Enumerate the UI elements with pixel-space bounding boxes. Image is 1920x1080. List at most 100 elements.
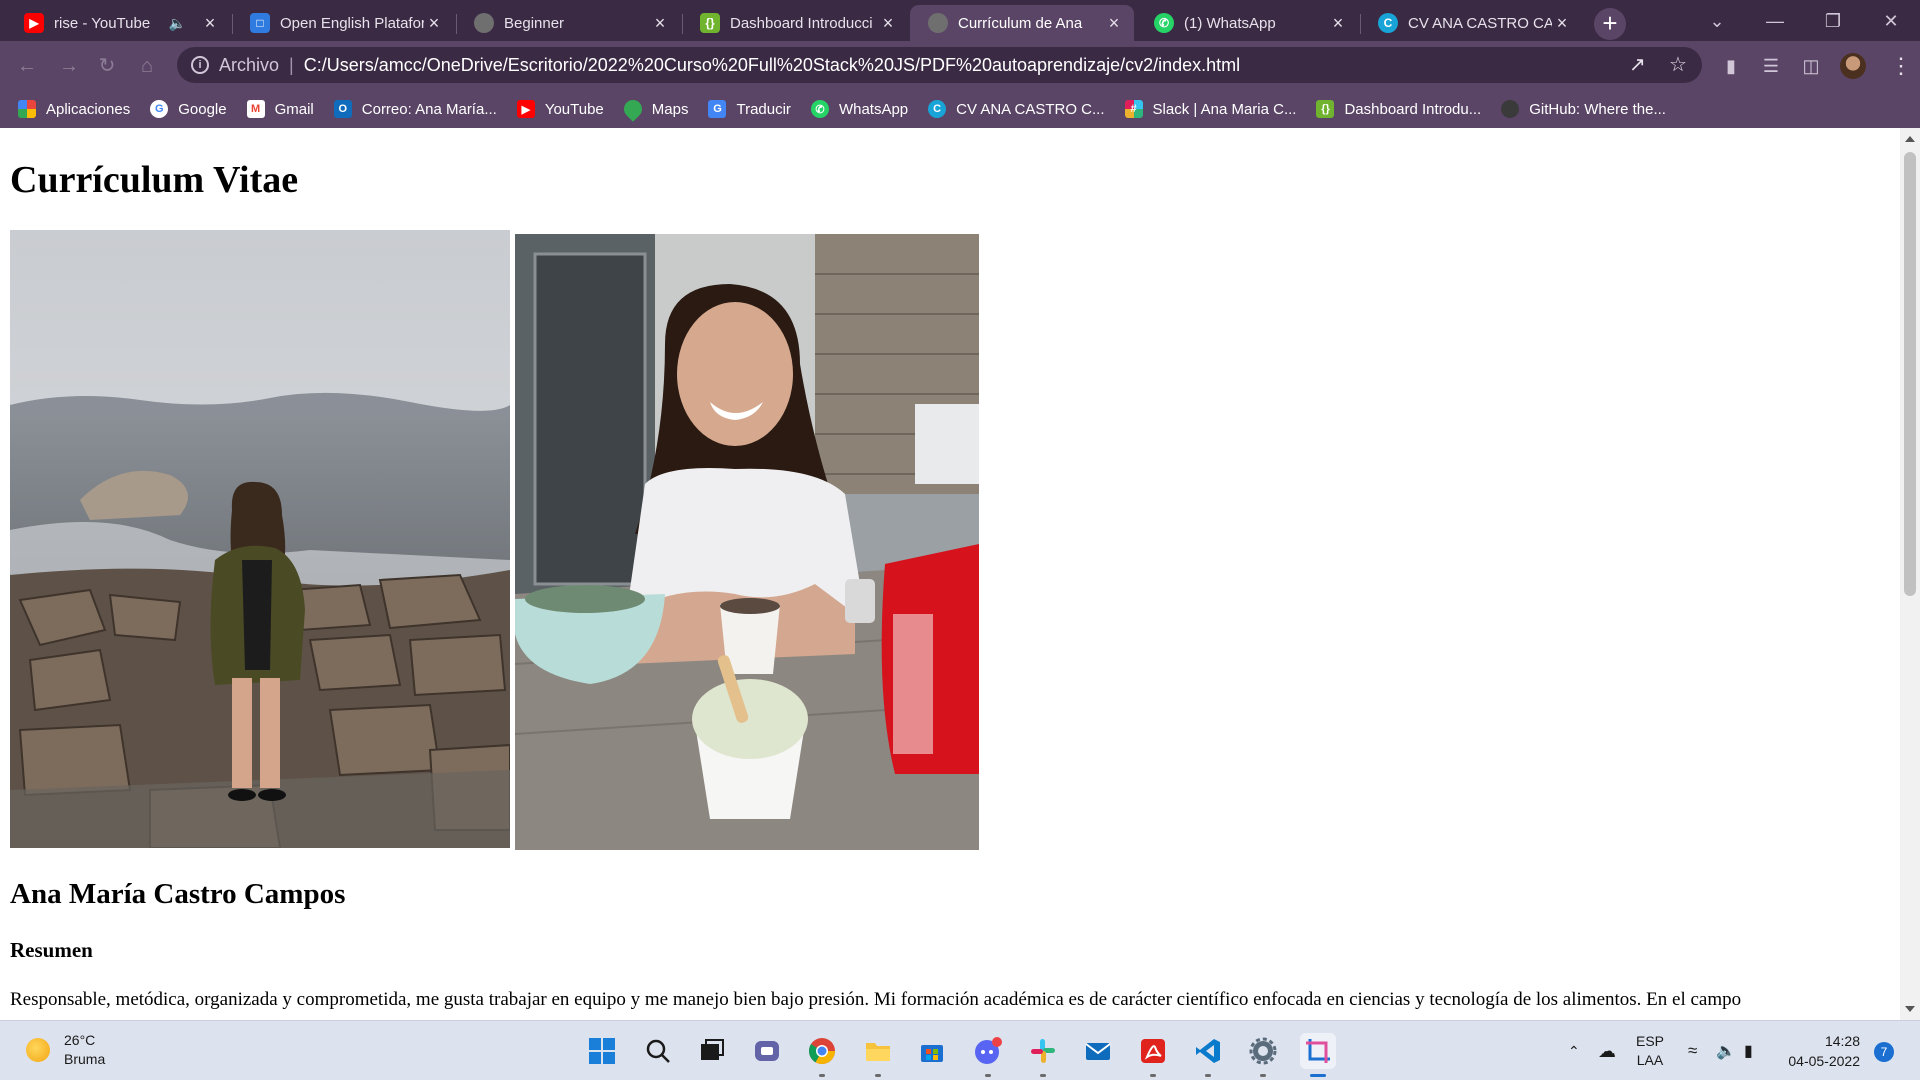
volume-icon[interactable]: 🔈 bbox=[1716, 1021, 1736, 1080]
task-view-button[interactable] bbox=[694, 1033, 730, 1069]
tab-whatsapp[interactable]: ✆ (1) WhatsApp × bbox=[1136, 5, 1358, 41]
dashboard-icon: {} bbox=[700, 13, 720, 33]
translate-icon: G bbox=[708, 100, 727, 118]
tab-cv-canva[interactable]: C CV ANA CASTRO CAM × bbox=[1360, 5, 1582, 41]
search-button[interactable] bbox=[640, 1033, 676, 1069]
tab-open-english[interactable]: □ Open English Platafor × bbox=[232, 5, 454, 41]
tab-search-chevron-icon[interactable]: ⌄ bbox=[1694, 6, 1740, 36]
summary-heading: Resumen bbox=[10, 938, 93, 962]
vscode-icon bbox=[1196, 1039, 1220, 1063]
mail-app[interactable] bbox=[1080, 1033, 1116, 1069]
side-panel-icon[interactable]: ◫ bbox=[1796, 51, 1826, 81]
page-title: Currículum Vitae bbox=[10, 159, 299, 201]
bookmark-github[interactable]: GitHub: Where the... bbox=[1501, 100, 1666, 118]
snipping-tool-app[interactable] bbox=[1300, 1033, 1336, 1077]
weather-widget[interactable]: 26°C Bruma bbox=[26, 1031, 105, 1069]
candidate-name: Ana María Castro Campos bbox=[10, 878, 346, 910]
canva-icon: C bbox=[928, 100, 947, 118]
slack-app[interactable] bbox=[1025, 1033, 1061, 1077]
bookmark-correo[interactable]: O Correo: Ana María... bbox=[333, 100, 497, 118]
bookmark-youtube[interactable]: ▶ YouTube bbox=[516, 100, 604, 118]
system-clock[interactable]: 14:28 04-05-2022 bbox=[1780, 1031, 1860, 1071]
close-window-button[interactable]: ✕ bbox=[1868, 6, 1914, 36]
tab-title: Currículum de Ana bbox=[958, 14, 1083, 32]
url-text[interactable]: C:/Users/amcc/OneDrive/Escritorio/2022%2… bbox=[304, 55, 1240, 76]
page-viewport: Currículum Vitae Ana María Castro Campos… bbox=[0, 128, 1900, 1020]
discord-app[interactable] bbox=[970, 1033, 1006, 1077]
bookmark-star-icon[interactable]: ☆ bbox=[1669, 47, 1687, 83]
acrobat-app[interactable] bbox=[1135, 1033, 1171, 1077]
canva-icon: C bbox=[1378, 13, 1398, 33]
bookmark-maps[interactable]: Maps bbox=[620, 96, 688, 122]
close-icon[interactable]: × bbox=[424, 13, 444, 34]
slack-icon: # bbox=[1124, 100, 1143, 118]
scroll-up-arrow-icon[interactable] bbox=[1905, 136, 1915, 142]
profile-photo-cafe bbox=[515, 234, 979, 850]
speaker-muted-icon[interactable]: 🔈 bbox=[169, 15, 186, 32]
file-explorer-app[interactable] bbox=[860, 1033, 896, 1077]
bookmark-dashboard[interactable]: {} Dashboard Introdu... bbox=[1316, 100, 1481, 118]
close-icon[interactable]: × bbox=[1328, 13, 1348, 34]
settings-app[interactable] bbox=[1245, 1033, 1281, 1077]
bookmark-slack[interactable]: # Slack | Ana Maria C... bbox=[1124, 100, 1296, 118]
page-scrollbar[interactable] bbox=[1900, 128, 1920, 1020]
close-icon[interactable]: × bbox=[200, 13, 220, 34]
scrollbar-thumb[interactable] bbox=[1904, 152, 1916, 596]
new-tab-button[interactable]: + bbox=[1594, 8, 1626, 40]
github-icon bbox=[1501, 100, 1520, 118]
whatsapp-icon: ✆ bbox=[1154, 13, 1174, 33]
site-info-icon[interactable]: i bbox=[191, 56, 209, 74]
show-hidden-icons-chevron-icon[interactable]: ⌃ bbox=[1568, 1021, 1580, 1080]
bookmark-google[interactable]: G Google bbox=[150, 100, 227, 118]
tab-beginner[interactable]: Beginner × bbox=[456, 5, 680, 41]
teams-chat-button[interactable] bbox=[749, 1033, 785, 1069]
bookmark-traducir[interactable]: G Traducir bbox=[708, 100, 791, 118]
outlook-icon: O bbox=[333, 100, 352, 118]
language-indicator[interactable]: ESP LAA bbox=[1636, 1021, 1664, 1080]
battery-icon[interactable]: ▮ bbox=[1744, 1021, 1753, 1080]
share-icon[interactable]: ↗ bbox=[1629, 47, 1646, 83]
onedrive-cloud-icon[interactable]: ☁ bbox=[1598, 1021, 1616, 1080]
notification-badge[interactable]: 7 bbox=[1874, 1042, 1894, 1062]
google-icon: G bbox=[150, 100, 169, 118]
tab-curriculum-active[interactable]: Currículum de Ana × bbox=[910, 5, 1134, 41]
tab-title: Open English Platafor bbox=[280, 14, 424, 32]
globe-icon bbox=[928, 13, 948, 33]
tab-title: Beginner bbox=[504, 14, 565, 32]
reload-button[interactable]: ↻ bbox=[92, 51, 122, 81]
restore-button[interactable]: ❐ bbox=[1810, 6, 1856, 36]
extensions-puzzle-icon[interactable]: ▮ bbox=[1716, 51, 1746, 81]
close-icon[interactable]: × bbox=[1552, 13, 1572, 34]
reading-list-icon[interactable]: ☰ bbox=[1756, 51, 1786, 81]
scroll-down-arrow-icon[interactable] bbox=[1905, 1006, 1915, 1012]
clock-date: 04-05-2022 bbox=[1788, 1053, 1860, 1069]
tab-rise-youtube[interactable]: ▶ rise - YouTube 🔈 × bbox=[6, 5, 230, 41]
minimize-button[interactable]: — bbox=[1752, 6, 1798, 36]
gmail-icon: M bbox=[246, 100, 265, 118]
address-bar[interactable]: i Archivo | C:/Users/amcc/OneDrive/Escri… bbox=[177, 47, 1702, 83]
close-icon[interactable]: × bbox=[650, 13, 670, 34]
slack-icon bbox=[1031, 1039, 1055, 1063]
weather-sun-icon bbox=[26, 1038, 50, 1062]
menu-kebab-icon[interactable]: ⋮ bbox=[1890, 51, 1912, 81]
browser-tab-strip: ▶ rise - YouTube 🔈 × □ Open English Plat… bbox=[0, 0, 1920, 41]
bookmark-aplicaciones[interactable]: Aplicaciones bbox=[18, 100, 130, 118]
start-button[interactable] bbox=[584, 1033, 620, 1069]
chrome-app[interactable] bbox=[804, 1033, 840, 1077]
profile-avatar[interactable] bbox=[1840, 53, 1866, 79]
home-button[interactable]: ⌂ bbox=[132, 51, 162, 81]
mail-icon bbox=[1085, 1043, 1111, 1060]
close-icon[interactable]: × bbox=[878, 13, 898, 34]
vscode-app[interactable] bbox=[1190, 1033, 1226, 1077]
wifi-icon[interactable]: ≈ bbox=[1688, 1021, 1697, 1080]
bookmark-whatsapp[interactable]: ✆ WhatsApp bbox=[810, 100, 908, 118]
youtube-icon: ▶ bbox=[516, 100, 535, 118]
tab-dashboard[interactable]: {} Dashboard Introducci × bbox=[682, 5, 908, 41]
bookmark-cv-canva[interactable]: C CV ANA CASTRO C... bbox=[928, 100, 1105, 118]
gear-icon bbox=[1249, 1037, 1277, 1065]
forward-button[interactable]: → bbox=[54, 51, 84, 81]
bookmark-gmail[interactable]: M Gmail bbox=[246, 100, 314, 118]
close-icon[interactable]: × bbox=[1104, 13, 1124, 34]
microsoft-store-app[interactable] bbox=[914, 1033, 950, 1069]
back-button[interactable]: ← bbox=[12, 51, 42, 81]
